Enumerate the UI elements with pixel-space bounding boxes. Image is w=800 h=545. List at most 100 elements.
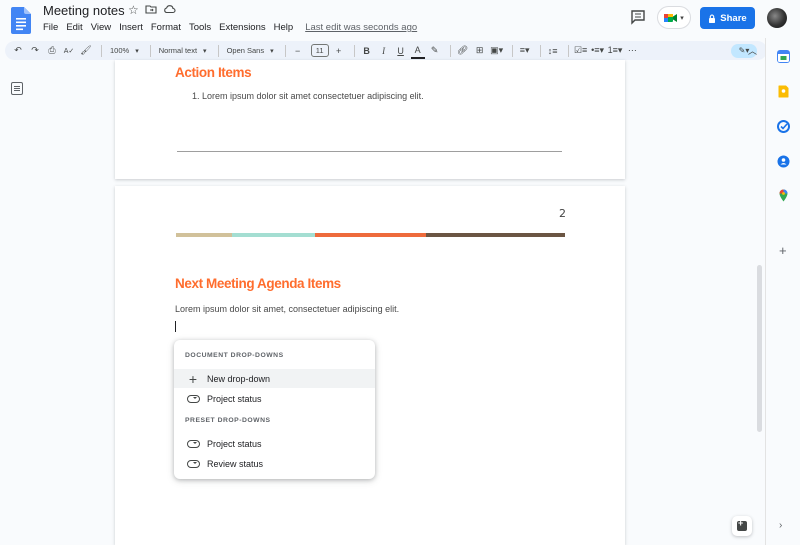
toolbar-divider (284, 44, 286, 57)
dropdown-insert-menu: DOCUMENT DROP-DOWNS + New drop-down Proj… (174, 340, 375, 479)
lock-icon (709, 14, 716, 23)
toolbar-divider (149, 44, 151, 57)
undo-icon[interactable]: ↶ (11, 43, 25, 59)
section-header: PRESET DROP-DOWNS (185, 417, 271, 424)
text-cursor (175, 321, 176, 332)
document-page-1: Action Items 1. Lorem ipsum dolor sit am… (115, 60, 625, 179)
toolbar-divider (449, 44, 451, 57)
menu-extensions[interactable]: Extensions (219, 22, 265, 33)
align-icon[interactable]: ≡▾ (518, 43, 532, 59)
bulleted-list-icon[interactable]: •≡▾ (591, 43, 605, 59)
toolbar: ↶ ↷ ⎙ A✓ 🖌︎ 100% Normal text Open Sans −… (5, 41, 767, 60)
side-panel: + › (765, 38, 800, 545)
google-docs-logo[interactable] (11, 7, 31, 34)
toolbar-divider (101, 44, 102, 57)
dropdown-item-label: Project status (207, 438, 262, 449)
keep-icon[interactable] (777, 85, 790, 98)
toolbar-divider (511, 44, 513, 57)
collapse-menus-icon[interactable]: ︿ (748, 44, 757, 57)
print-icon[interactable]: ⎙ (45, 43, 59, 59)
menu-insert[interactable]: Insert (119, 22, 143, 33)
star-icon[interactable]: ☆ (128, 3, 139, 17)
more-options-icon[interactable]: ⋯ (625, 43, 639, 59)
chevron-right-icon[interactable]: › (779, 520, 782, 531)
dropdown-chip-icon (186, 439, 200, 448)
increase-font-size-icon[interactable]: + (332, 43, 346, 59)
menu-format[interactable]: Format (151, 22, 181, 33)
paragraph-style-select[interactable]: Normal text (156, 43, 210, 59)
body-paragraph[interactable]: Lorem ipsum dolor sit amet, consectetuer… (175, 304, 399, 314)
calendar-icon[interactable] (777, 50, 790, 63)
dropdown-chip-icon (186, 459, 200, 468)
comment-history-icon[interactable] (630, 9, 646, 25)
menu-view[interactable]: View (91, 22, 111, 33)
toolbar-divider (567, 44, 569, 57)
dropdown-chip-icon (186, 394, 200, 403)
heading-next-meeting-agenda: Next Meeting Agenda Items (175, 276, 341, 291)
underline-button[interactable]: U (394, 43, 408, 59)
last-edit-link[interactable]: Last edit was seconds ago (305, 22, 417, 33)
document-dropdown-item[interactable]: Project status (174, 389, 375, 408)
line-spacing-icon[interactable]: ↕≡ (546, 43, 560, 59)
color-segment (176, 233, 232, 237)
preset-dropdown-item[interactable]: Project status (174, 434, 375, 453)
zoom-select[interactable]: 100% (107, 43, 142, 59)
decorative-color-bar (176, 233, 565, 237)
numbered-list-icon[interactable]: 1≡▾ (608, 43, 623, 59)
redo-icon[interactable]: ↷ (28, 43, 42, 59)
section-header: DOCUMENT DROP-DOWNS (185, 352, 284, 359)
preset-dropdown-item[interactable]: Review status (174, 454, 375, 473)
bold-button[interactable]: B (360, 43, 374, 59)
color-segment (426, 233, 565, 237)
cloud-status-icon[interactable] (163, 3, 176, 15)
text-color-button[interactable]: A (410, 43, 425, 59)
new-dropdown-item[interactable]: + New drop-down (174, 369, 375, 388)
heading-action-items: Action Items (175, 65, 252, 80)
document-title[interactable]: Meeting notes (43, 3, 125, 18)
avatar[interactable] (767, 8, 787, 28)
document-outline-icon[interactable] (11, 82, 23, 95)
horizontal-rule (177, 151, 562, 152)
add-ons-plus-icon[interactable]: + (779, 243, 787, 258)
title-bar: Meeting notes ☆ File Edit View Insert Fo… (0, 0, 800, 38)
explore-icon (737, 518, 747, 531)
menu-bar: File Edit View Insert Format Tools Exten… (43, 22, 425, 33)
font-select[interactable]: Open Sans (224, 43, 277, 59)
italic-button[interactable]: I (377, 43, 391, 59)
dropdown-item-label: Project status (207, 393, 262, 404)
maps-icon[interactable] (777, 189, 790, 202)
new-dropdown-label: New drop-down (207, 373, 271, 384)
color-segment (232, 233, 315, 237)
share-button[interactable]: Share (700, 7, 755, 29)
dropdown-item-label: Review status (207, 458, 264, 469)
add-comment-icon[interactable]: ⊞ (473, 43, 487, 59)
meet-button[interactable]: ▾ (657, 6, 691, 29)
chevron-down-icon: ▾ (680, 14, 684, 22)
toolbar-divider (217, 44, 219, 57)
insert-image-icon[interactable]: ▣▾ (490, 43, 504, 59)
color-segment (315, 233, 426, 237)
meet-icon (664, 13, 678, 22)
spellcheck-icon[interactable]: A✓ (62, 43, 76, 59)
contacts-icon[interactable] (777, 155, 790, 168)
decrease-font-size-icon[interactable]: − (291, 43, 305, 59)
toolbar-divider (539, 44, 541, 57)
menu-file[interactable]: File (43, 22, 58, 33)
explore-button[interactable] (732, 516, 752, 536)
menu-tools[interactable]: Tools (189, 22, 211, 33)
share-label: Share (720, 12, 747, 24)
font-size-input[interactable]: 11 (310, 44, 329, 57)
plus-icon: + (188, 370, 198, 387)
vertical-scrollbar[interactable] (757, 265, 762, 432)
menu-edit[interactable]: Edit (66, 22, 82, 33)
menu-help[interactable]: Help (274, 22, 294, 33)
list-item: 1. Lorem ipsum dolor sit amet consectetu… (192, 91, 424, 101)
page-number: 2 (559, 207, 566, 220)
move-folder-icon[interactable] (145, 3, 157, 15)
paint-format-icon[interactable]: 🖌︎ (79, 43, 93, 59)
checklist-icon[interactable]: ☑≡ (574, 43, 588, 59)
insert-link-icon[interactable]: 🔗︎ (456, 43, 470, 59)
highlight-color-icon[interactable]: ✎ (428, 43, 442, 59)
toolbar-divider (353, 44, 355, 57)
tasks-icon[interactable] (777, 120, 790, 133)
